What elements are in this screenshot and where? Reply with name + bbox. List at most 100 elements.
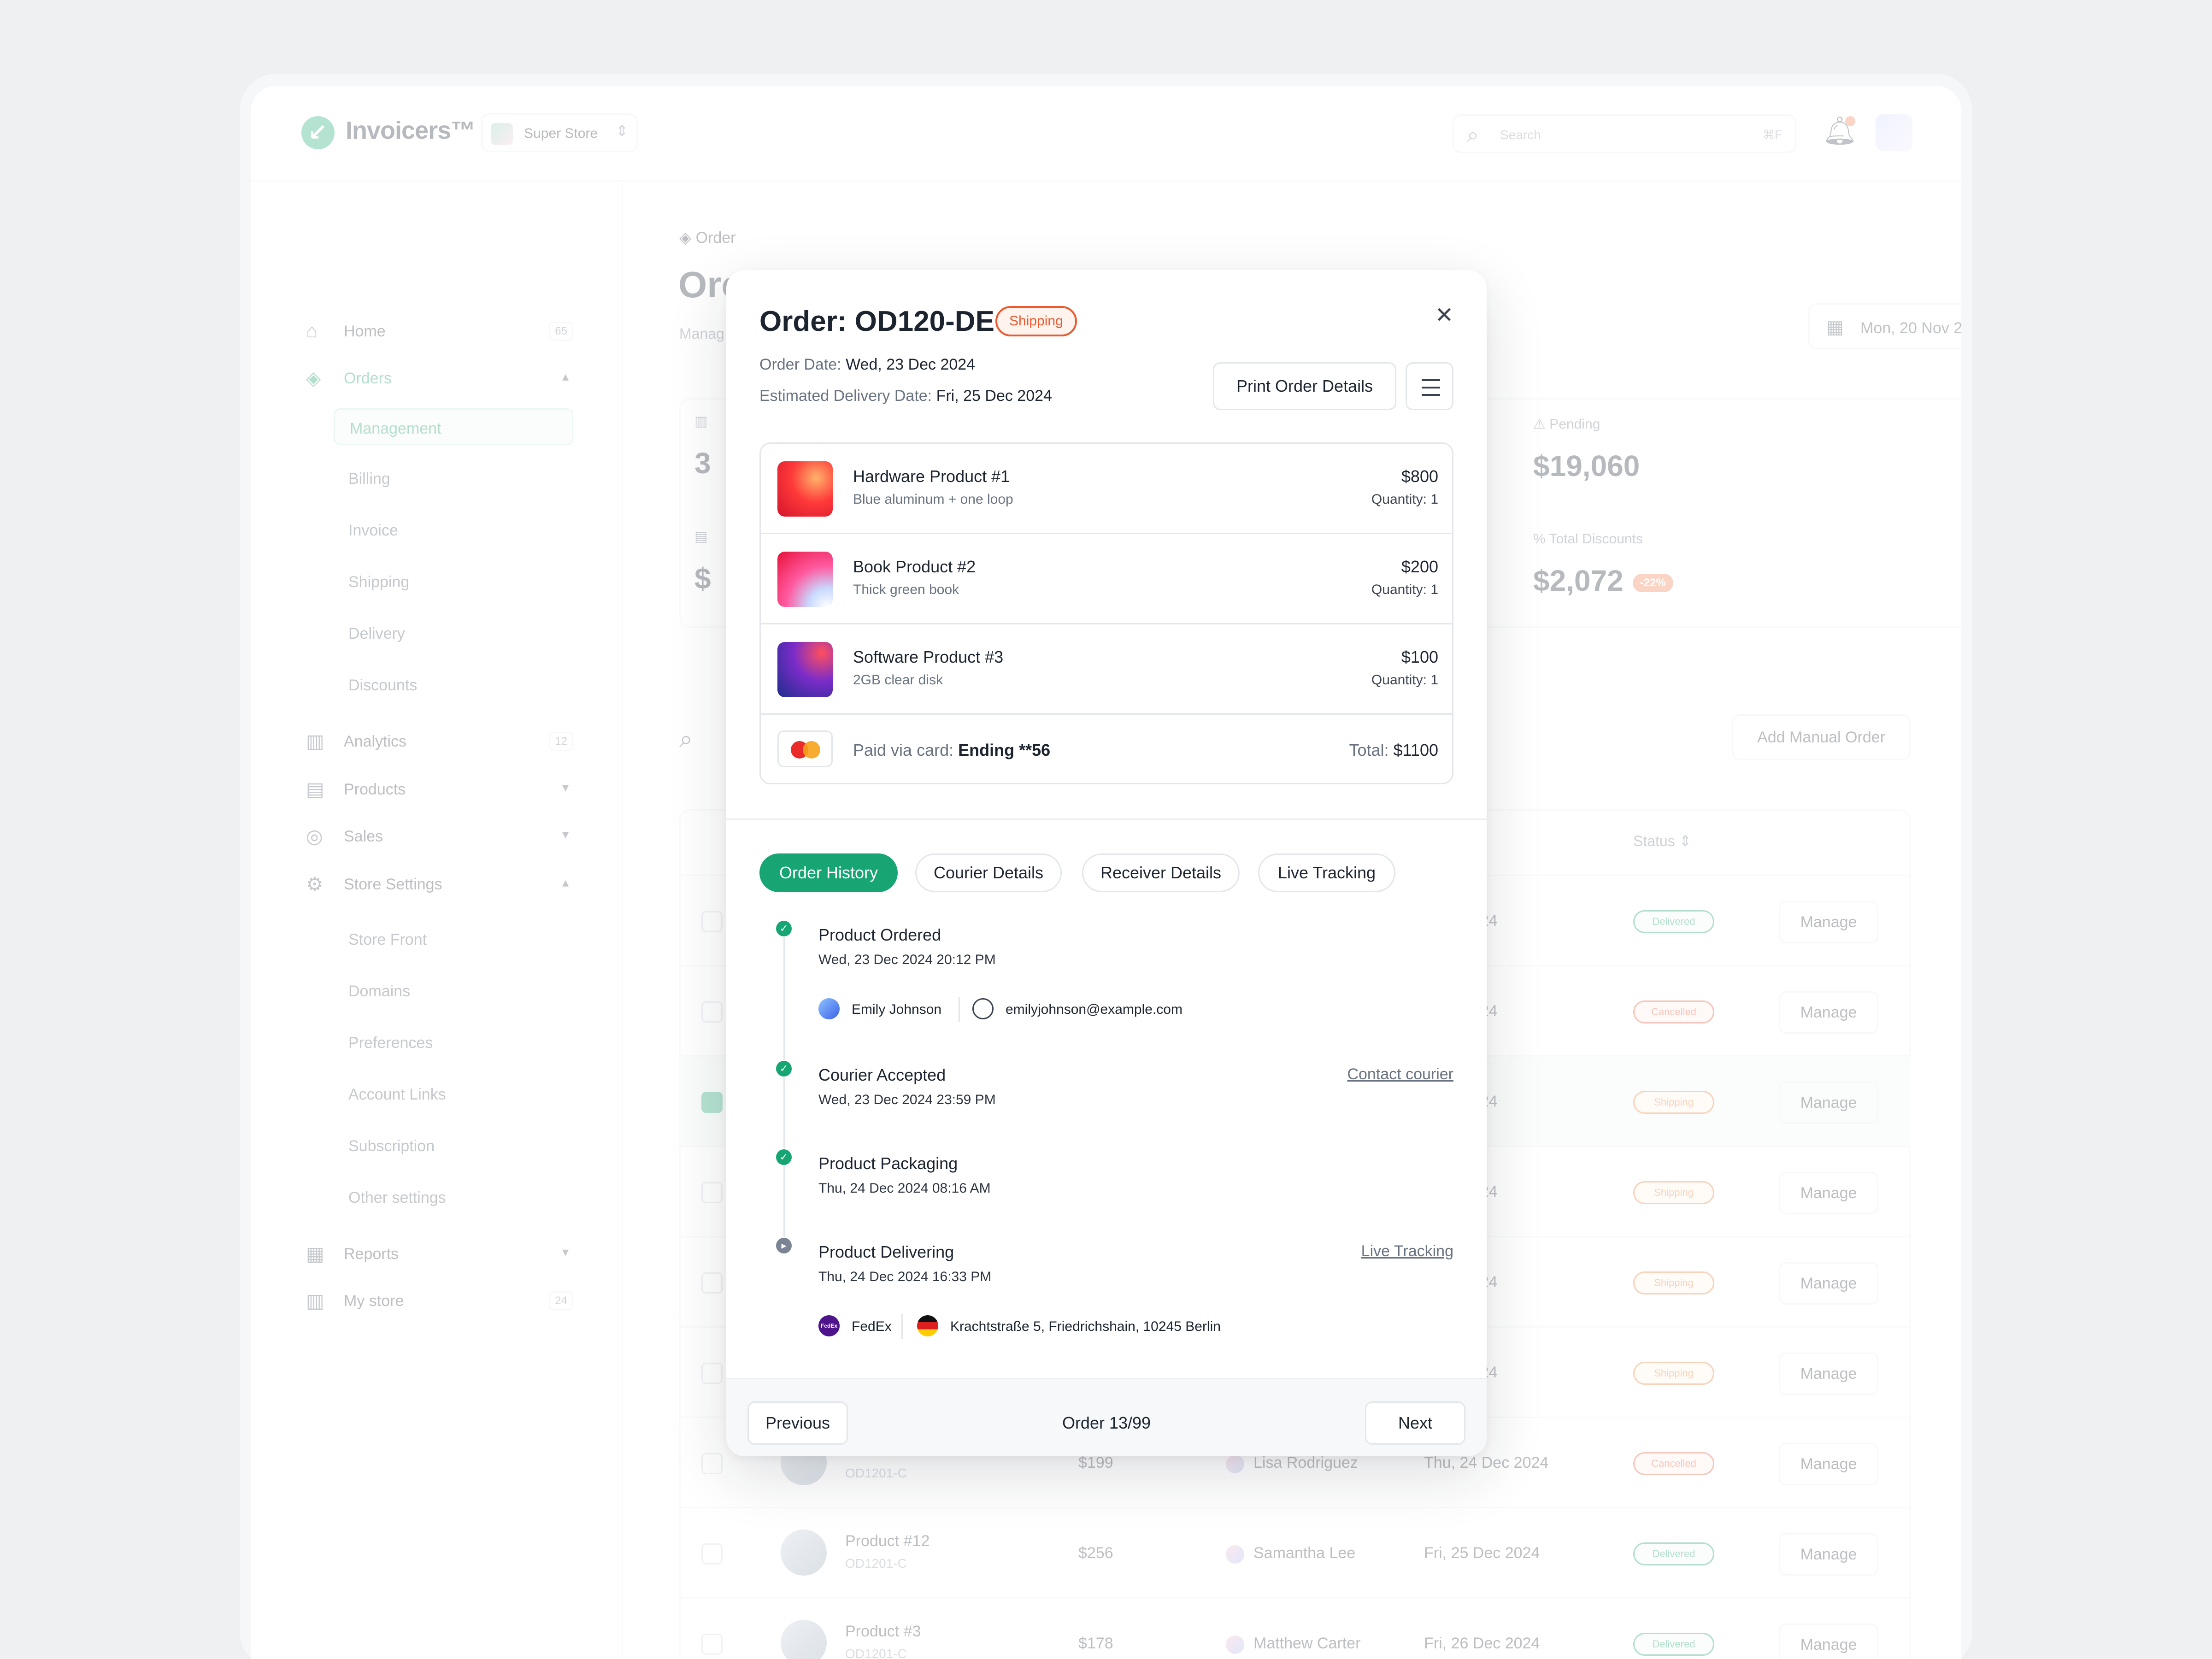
sidebar-sub-invoice[interactable]: Invoice — [334, 512, 573, 548]
menu-icon[interactable] — [1406, 362, 1453, 410]
order-total: Total: $1100 — [1349, 741, 1439, 759]
row-checkbox[interactable] — [701, 1272, 723, 1294]
add-manual-order-button[interactable]: Add Manual Order — [1732, 714, 1911, 760]
manage-button[interactable]: Manage — [1779, 1082, 1878, 1124]
status-badge: Shipping — [1633, 1181, 1714, 1204]
stat-pending: ⚠ Pending $19,060 — [1533, 417, 1640, 482]
play-icon: ▸ — [776, 1238, 792, 1253]
sidebar-item-sales[interactable]: ◎ Sales ▾ — [306, 818, 573, 855]
sidebar-sub-billing[interactable]: Billing — [334, 460, 573, 497]
logo-icon — [301, 116, 335, 149]
sidebar-sub-store-front[interactable]: Store Front — [334, 921, 573, 958]
order-price: $256 — [1078, 1544, 1113, 1562]
tab-receiver-details[interactable]: Receiver Details — [1082, 853, 1240, 892]
sidebar-item-home[interactable]: ⌂ Home 65 — [306, 313, 573, 350]
row-checkbox[interactable] — [701, 1092, 723, 1113]
sidebar-sub-other-settings[interactable]: Other settings — [334, 1179, 573, 1216]
notification-dot — [1845, 116, 1855, 126]
chevron-updown-icon: ⇕ — [616, 123, 628, 139]
row-checkbox[interactable] — [701, 1001, 723, 1023]
payment-summary: Paid via card: Ending **56 Total: $1100 — [761, 715, 1452, 783]
product-image — [781, 1620, 827, 1659]
contact-courier-link[interactable]: Contact courier — [1347, 1065, 1453, 1083]
chevron-up-icon: ▴ — [562, 875, 569, 889]
modal-footer: Previous Order 13/99 Next — [726, 1378, 1487, 1456]
check-icon: ✓ — [776, 921, 792, 936]
event-date: Thu, 24 Dec 2024 16:33 PM — [818, 1269, 992, 1284]
fedex-logo-icon: FedEx — [818, 1315, 840, 1336]
status-badge: Delivered — [1633, 1542, 1714, 1565]
order-date: Order Date: Wed, 23 Dec 2024 — [759, 356, 976, 373]
sidebar-item-analytics[interactable]: ▥ Analytics 12 — [306, 724, 573, 760]
check-icon: ✓ — [776, 1149, 792, 1165]
print-order-details-button[interactable]: Print Order Details — [1213, 362, 1397, 410]
order-date: Fri, 25 Dec 2024 — [1424, 1544, 1540, 1562]
sidebar-item-my-store[interactable]: ▥ My store 24 — [306, 1283, 573, 1320]
search-input[interactable]: ⌕ Search ⌘F — [1453, 114, 1796, 153]
row-checkbox[interactable] — [701, 1634, 723, 1655]
sidebar-sub-delivery[interactable]: Delivery — [334, 615, 573, 652]
chevron-down-icon: ▾ — [562, 1245, 569, 1259]
sidebar-item-orders[interactable]: ◈ Orders ▴ — [306, 360, 573, 397]
row-checkbox[interactable] — [701, 1363, 723, 1384]
breadcrumb: ◈ Order — [679, 229, 736, 247]
table-search-icon[interactable]: ⌕ — [679, 725, 693, 753]
customer-name: Samantha Lee — [1253, 1544, 1356, 1562]
sidebar-sub-domains[interactable]: Domains — [334, 972, 573, 1009]
manage-button[interactable]: Manage — [1779, 1443, 1878, 1485]
user-avatar[interactable] — [1876, 114, 1912, 151]
order-items: Hardware Product #1 Blue aluminum + one … — [759, 442, 1453, 784]
divider — [726, 818, 1487, 820]
product-id: OD1201-C — [845, 1466, 907, 1480]
products-icon: ▤ — [306, 778, 324, 800]
manage-button[interactable]: Manage — [1779, 1353, 1878, 1395]
chevron-up-icon: ▴ — [562, 369, 569, 383]
timeline-line — [783, 1077, 785, 1148]
sidebar-sub-account-links[interactable]: Account Links — [334, 1076, 573, 1112]
customer-name: Lisa Rodriguez — [1253, 1454, 1358, 1471]
sidebar-item-products[interactable]: ▤ Products ▾ — [306, 771, 573, 808]
row-checkbox[interactable] — [701, 1543, 723, 1565]
event-title: Courier Accepted — [818, 1065, 946, 1084]
manage-button[interactable]: Manage — [1779, 991, 1878, 1034]
percent-icon: % — [1533, 531, 1549, 547]
manage-button[interactable]: Manage — [1779, 1262, 1878, 1305]
product-image — [781, 1530, 827, 1576]
row-checkbox[interactable] — [701, 911, 723, 932]
next-button[interactable]: Next — [1365, 1401, 1465, 1445]
manage-button[interactable]: Manage — [1779, 1172, 1878, 1214]
status-badge: Delivered — [1633, 1633, 1714, 1656]
clipboard-icon: ▤ — [694, 529, 708, 544]
row-checkbox[interactable] — [701, 1453, 723, 1474]
event-date: Thu, 24 Dec 2024 08:16 AM — [818, 1181, 991, 1196]
order-item: Hardware Product #1 Blue aluminum + one … — [761, 444, 1452, 534]
status-column-header[interactable]: Status ⇕ — [1633, 832, 1691, 850]
sidebar-sub-preferences[interactable]: Preferences — [334, 1024, 573, 1061]
manage-button[interactable]: Manage — [1779, 901, 1878, 943]
manage-button[interactable]: Manage — [1779, 1624, 1878, 1659]
tab-live-tracking[interactable]: Live Tracking — [1258, 853, 1395, 892]
sidebar-sub-discounts[interactable]: Discounts — [334, 666, 573, 703]
tab-order-history[interactable]: Order History — [759, 853, 898, 892]
row-checkbox[interactable] — [701, 1182, 723, 1203]
chevron-down-icon: ▾ — [562, 827, 569, 841]
order-date: Thu, 24 Dec 2024 — [1424, 1454, 1549, 1471]
live-tracking-link[interactable]: Live Tracking — [1361, 1242, 1453, 1260]
tab-courier-details[interactable]: Courier Details — [915, 853, 1062, 892]
reports-icon: ▦ — [306, 1243, 324, 1265]
sidebar-item-store-settings[interactable]: ⚙ Store Settings ▴ — [306, 866, 573, 903]
product-thumbnail — [777, 642, 833, 697]
close-icon[interactable]: ✕ — [1435, 302, 1453, 328]
sidebar-item-reports[interactable]: ▦ Reports ▾ — [306, 1236, 573, 1273]
stat-total-discounts: % Total Discounts $2,072 -22% — [1533, 531, 1673, 598]
timeline-line — [783, 1166, 785, 1237]
sidebar-sub-management[interactable]: Management — [334, 408, 573, 445]
table-row[interactable]: Product #12 OD1201-C $256 Samantha Lee Fri, … — [679, 1507, 1911, 1597]
store-selector[interactable]: Super Store ⇕ — [481, 113, 638, 152]
sidebar-sub-subscription[interactable]: Subscription — [334, 1127, 573, 1164]
manage-button[interactable]: Manage — [1779, 1533, 1878, 1576]
date-range-picker[interactable]: ▦ Mon, 20 Nov 2024 - Sat, 27 Dec 2024 — [1808, 303, 1961, 349]
table-row[interactable]: Product #3 OD1201-C $178 Matthew Carter Fri,… — [679, 1597, 1911, 1659]
order-price: $178 — [1078, 1635, 1113, 1652]
sidebar-sub-shipping[interactable]: Shipping — [334, 563, 573, 600]
